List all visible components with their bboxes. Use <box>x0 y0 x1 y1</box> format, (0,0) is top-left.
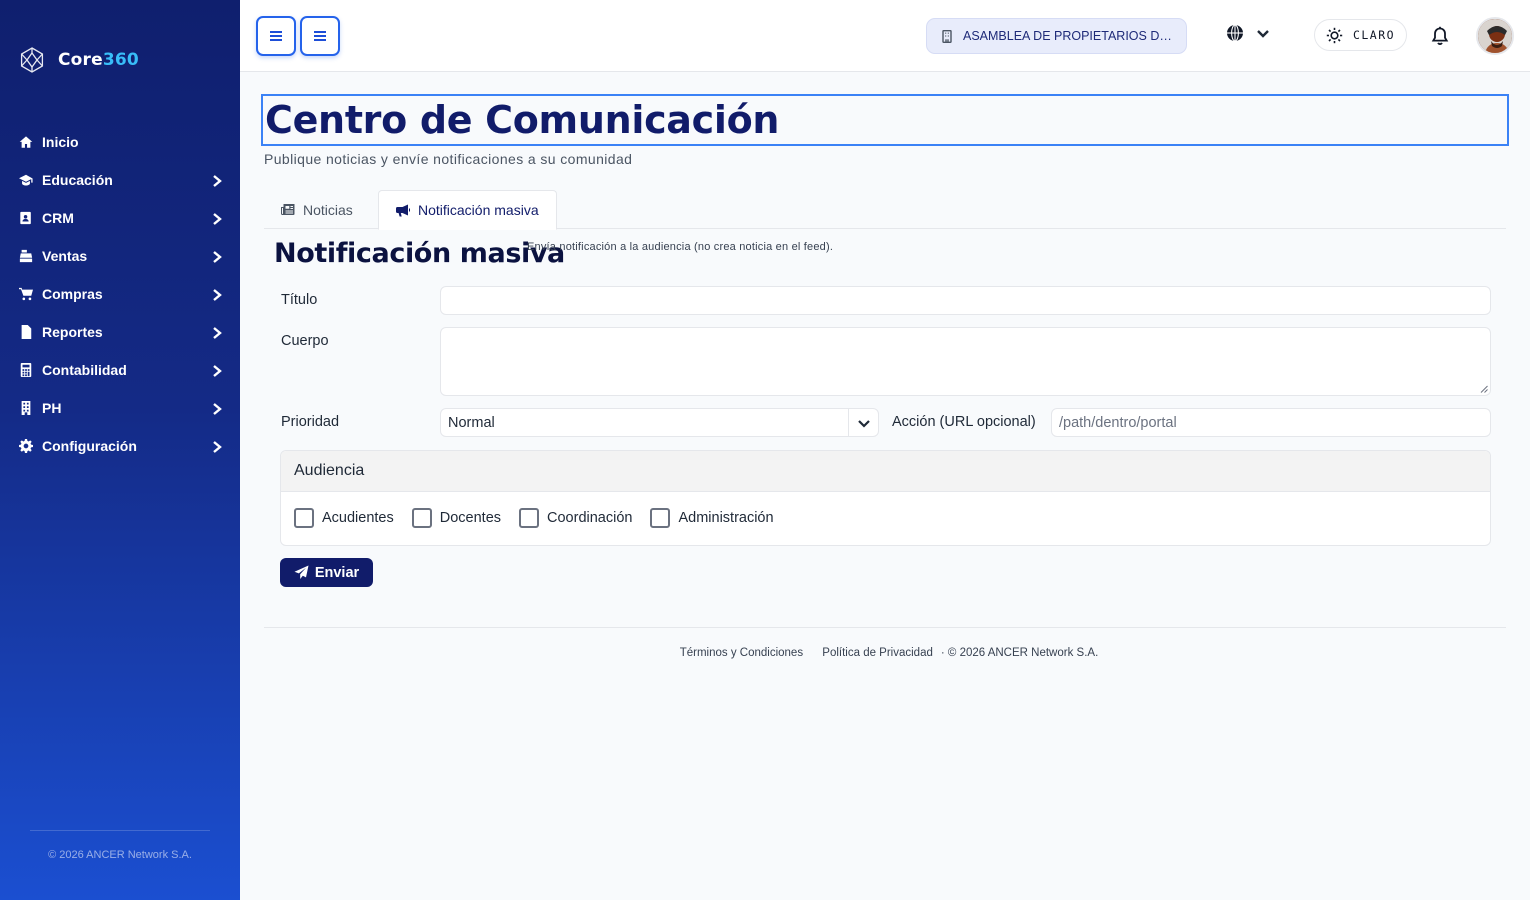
chevron-right-icon <box>212 326 222 339</box>
avatar-image <box>1478 19 1512 53</box>
chevron-right-icon <box>212 402 222 415</box>
sidebar-item-reportes[interactable]: Reportes <box>0 313 240 351</box>
paper-plane-icon <box>294 565 309 579</box>
chevron-down-icon <box>1257 30 1269 38</box>
brand[interactable]: Core360 <box>18 46 139 74</box>
theme-toggle-button[interactable]: CLARO <box>1314 19 1407 51</box>
shopping-cart-icon <box>18 286 34 302</box>
bell-icon <box>1431 26 1449 45</box>
audience-option-coordinacion[interactable]: Coordinación <box>519 508 632 528</box>
checkbox[interactable] <box>411 508 432 528</box>
chevron-right-icon <box>212 440 222 453</box>
chevron-right-icon <box>212 364 222 377</box>
section-description: Envía notificación a la audiencia (no cr… <box>527 241 834 253</box>
core360-logo-icon <box>20 47 44 73</box>
audience-option-docentes[interactable]: Docentes <box>411 508 501 528</box>
sun-icon <box>1326 27 1343 43</box>
sidebar-copyright: © 2026 ANCER Network S.A. <box>48 849 192 861</box>
tab-bar: Noticias Notificación masiva <box>264 190 1506 230</box>
privacy-link[interactable]: Política de Privacidad <box>822 647 933 659</box>
language-selector[interactable] <box>1226 24 1270 42</box>
audience-header: Audiencia <box>281 451 1490 492</box>
cash-register-icon <box>18 248 34 264</box>
address-book-icon <box>18 210 34 226</box>
tab-noticias[interactable]: Noticias <box>264 190 370 229</box>
checkbox[interactable] <box>294 508 314 528</box>
page-title: Centro de Comunicación <box>261 94 1509 146</box>
priority-selected-value: Normal <box>448 414 495 431</box>
chevron-right-icon <box>212 288 222 301</box>
main-content: Centro de Comunicación Publique noticias… <box>240 72 1530 900</box>
sidebar-item-compras[interactable]: Compras <box>0 275 240 313</box>
footer-divider <box>264 627 1506 628</box>
organization-selector[interactable]: ASAMBLEA DE PROPIETARIOS DE ... <box>926 18 1187 54</box>
footer-copyright: · © 2026 ANCER Network S.A. <box>940 647 1099 659</box>
sidebar-divider <box>30 830 210 831</box>
graduation-cap-icon <box>18 172 34 188</box>
globe-icon <box>1227 24 1243 42</box>
audience-panel: Audiencia Acudientes Docentes Coordinaci… <box>280 450 1491 546</box>
audience-options: Acudientes Docentes Coordinación Adminis… <box>294 508 792 528</box>
sidebar-item-contabilidad[interactable]: Contabilidad <box>0 351 240 389</box>
page-subtitle: Publique noticias y envíe notificaciones… <box>264 151 633 167</box>
hamburger-icon <box>314 31 326 41</box>
body-textarea[interactable] <box>440 327 1491 396</box>
topbar: ASAMBLEA DE PROPIETARIOS DE ... CLARO <box>240 0 1530 72</box>
sidebar-item-educacion[interactable]: Educación <box>0 161 240 199</box>
section-title: Notificación masiva <box>274 238 565 269</box>
file-icon <box>18 324 34 340</box>
menu-button[interactable] <box>300 16 340 56</box>
priority-select[interactable]: Normal <box>440 408 879 437</box>
title-label: Título <box>281 292 318 308</box>
gear-icon <box>18 438 34 454</box>
action-url-label: Acción (URL opcional) <box>892 414 1036 430</box>
sidebar: Core360 Inicio Educación CRM Ventas Comp… <box>0 0 240 900</box>
sidebar-item-configuracion[interactable]: Configuración <box>0 427 240 465</box>
chevron-right-icon <box>212 212 222 225</box>
sidebar-nav: Inicio Educación CRM Ventas Compras Repo… <box>0 123 240 465</box>
tab-notificacion-masiva[interactable]: Notificación masiva <box>378 190 557 230</box>
body-label: Cuerpo <box>281 333 329 349</box>
title-input[interactable] <box>440 286 1491 315</box>
notifications-button[interactable] <box>1431 26 1449 46</box>
user-avatar[interactable] <box>1476 17 1514 55</box>
select-arrow[interactable] <box>848 409 878 437</box>
sidebar-item-crm[interactable]: CRM <box>0 199 240 237</box>
bullhorn-icon <box>396 204 410 216</box>
checkbox[interactable] <box>519 508 540 528</box>
chevron-right-icon <box>212 250 222 263</box>
terms-link[interactable]: Términos y Condiciones <box>680 647 803 659</box>
building-icon <box>942 29 952 43</box>
sidebar-item-inicio[interactable]: Inicio <box>0 123 240 161</box>
home-icon <box>18 134 34 150</box>
sidebar-item-ventas[interactable]: Ventas <box>0 237 240 275</box>
chevron-right-icon <box>212 174 222 187</box>
audience-option-acudientes[interactable]: Acudientes <box>294 508 394 528</box>
send-button[interactable]: Enviar <box>280 558 373 587</box>
brand-name: Core360 <box>58 50 139 70</box>
resize-handle-icon[interactable] <box>1480 385 1488 393</box>
calculator-icon <box>18 362 34 378</box>
priority-label: Prioridad <box>281 414 340 430</box>
action-url-input[interactable]: /path/dentro/portal <box>1051 408 1491 437</box>
newspaper-icon <box>281 204 295 215</box>
hamburger-icon <box>270 31 282 41</box>
chevron-down-icon <box>857 420 870 428</box>
toggle-sidebar-button[interactable] <box>256 16 296 56</box>
building-icon <box>18 400 34 416</box>
sidebar-item-ph[interactable]: PH <box>0 389 240 427</box>
scrollbar[interactable] <box>1530 0 1536 900</box>
theme-label: CLARO <box>1352 28 1396 42</box>
checkbox[interactable] <box>650 508 671 528</box>
organization-name: ASAMBLEA DE PROPIETARIOS DE ... <box>963 29 1172 43</box>
audience-option-administracion[interactable]: Administración <box>650 508 774 528</box>
footer: Términos y Condiciones Política de Priva… <box>240 647 1530 659</box>
